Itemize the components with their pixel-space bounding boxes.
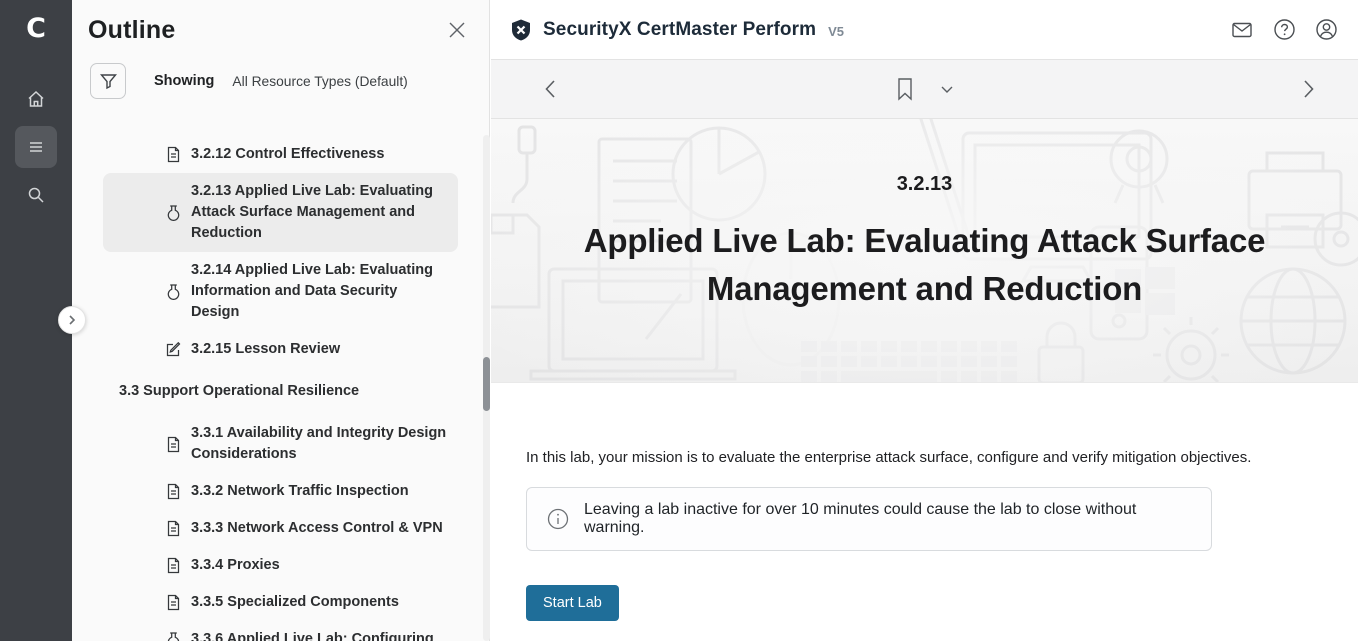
outline-item[interactable]: 3.3.2 Network Traffic Inspection xyxy=(155,473,458,510)
bookmark-button[interactable] xyxy=(896,77,914,101)
scrollbar-thumb[interactable] xyxy=(483,357,490,411)
filter-button[interactable] xyxy=(90,63,126,99)
outline-item-label: 3.2.12 Control Effectiveness xyxy=(191,144,384,165)
outline-item[interactable]: 3.3.4 Proxies xyxy=(155,547,458,584)
outline-item-label: 3.2.13 Applied Live Lab: Evaluating Atta… xyxy=(191,181,448,244)
main-pane: SecurityX CertMaster Perform V5 xyxy=(491,0,1358,641)
previous-page-button[interactable] xyxy=(543,79,557,99)
document-icon xyxy=(165,436,182,453)
chevron-down-icon xyxy=(940,85,954,94)
search-button[interactable] xyxy=(15,174,57,216)
menu-icon xyxy=(26,137,46,157)
next-page-button[interactable] xyxy=(1302,79,1316,99)
inactivity-notice: Leaving a lab inactive for over 10 minut… xyxy=(526,487,1212,551)
home-button[interactable] xyxy=(15,78,57,120)
document-icon xyxy=(165,520,182,537)
lesson-body: In this lab, your mission is to evaluate… xyxy=(491,383,1358,621)
product-version: V5 xyxy=(828,24,844,39)
outline-item[interactable]: 3.3.6 Applied Live Lab: Configuring xyxy=(155,621,458,641)
bookmark-menu-button[interactable] xyxy=(940,85,954,94)
outline-list: 3.2.12 Control Effectiveness 3.2.13 Appli… xyxy=(103,136,458,641)
expand-panel-button[interactable] xyxy=(58,306,86,334)
product-title: SecurityX CertMaster Perform xyxy=(543,19,816,41)
outline-item[interactable]: 3.3.5 Specialized Components xyxy=(155,584,458,621)
outline-item[interactable]: 3.3.1 Availability and Integrity Design … xyxy=(155,415,458,473)
outline-item-label: 3.3.6 Applied Live Lab: Configuring xyxy=(191,629,434,641)
product-header: SecurityX CertMaster Perform V5 xyxy=(491,0,1358,60)
securityx-shield-icon xyxy=(509,18,533,42)
account-icon xyxy=(1315,18,1338,41)
outline-item[interactable]: 3.2.15 Lesson Review xyxy=(155,331,458,368)
outline-item-label: 3.3.4 Proxies xyxy=(191,555,280,576)
outline-scrollbar[interactable] xyxy=(483,135,490,641)
lesson-hero-banner: 3.2.13 Applied Live Lab: Evaluating Atta… xyxy=(491,119,1358,383)
close-icon xyxy=(447,20,467,40)
document-icon xyxy=(165,146,182,163)
account-button[interactable] xyxy=(1315,18,1338,41)
chevron-right-icon xyxy=(1302,79,1316,99)
outline-item[interactable]: 3.3.3 Network Access Control & VPN xyxy=(155,510,458,547)
lab-flask-icon xyxy=(165,204,182,221)
filter-value: All Resource Types (Default) xyxy=(232,74,407,89)
start-lab-button[interactable]: Start Lab xyxy=(526,585,619,621)
mail-icon xyxy=(1230,18,1254,42)
help-button[interactable] xyxy=(1273,18,1296,41)
document-icon xyxy=(165,557,182,574)
lesson-review-icon xyxy=(165,341,182,358)
outline-item-label: 3.3.5 Specialized Components xyxy=(191,592,399,613)
lab-flask-icon xyxy=(165,283,182,300)
lesson-number: 3.2.13 xyxy=(491,173,1358,196)
outline-item-selected[interactable]: 3.2.13 Applied Live Lab: Evaluating Atta… xyxy=(103,173,458,252)
outline-title: Outline xyxy=(88,16,176,45)
outline-item-label: 3.3.2 Network Traffic Inspection xyxy=(191,481,409,502)
outline-section-heading: 3.3 Support Operational Resilience xyxy=(119,381,458,402)
search-icon xyxy=(26,185,46,205)
notice-text: Leaving a lab inactive for over 10 minut… xyxy=(584,501,1191,537)
outline-item[interactable]: 3.2.12 Control Effectiveness xyxy=(155,136,458,173)
lesson-toolbar xyxy=(491,60,1358,119)
messages-button[interactable] xyxy=(1230,18,1254,42)
comptia-logo[interactable]: C xyxy=(26,12,46,46)
help-icon xyxy=(1273,18,1296,41)
filter-funnel-icon xyxy=(100,73,117,90)
outline-item-label: 3.2.15 Lesson Review xyxy=(191,339,340,360)
outline-panel: Outline Showing All Resource Types (Defa… xyxy=(72,0,490,641)
document-icon xyxy=(165,594,182,611)
lab-flask-icon xyxy=(165,631,182,641)
showing-label: Showing xyxy=(154,73,214,89)
close-outline-button[interactable] xyxy=(447,20,467,45)
lesson-description: In this lab, your mission is to evaluate… xyxy=(526,449,1358,466)
info-icon xyxy=(547,508,569,530)
outline-menu-button[interactable] xyxy=(15,126,57,168)
outline-item-label: 3.2.14 Applied Live Lab: Evaluating Info… xyxy=(191,260,448,323)
chevron-right-icon xyxy=(66,314,78,326)
document-icon xyxy=(165,483,182,500)
outline-item[interactable]: 3.2.14 Applied Live Lab: Evaluating Info… xyxy=(155,252,458,331)
bookmark-icon xyxy=(896,77,914,101)
chevron-left-icon xyxy=(543,79,557,99)
home-icon xyxy=(26,89,46,109)
lesson-title: Applied Live Lab: Evaluating Attack Surf… xyxy=(570,217,1280,313)
outline-item-label: 3.3.1 Availability and Integrity Design … xyxy=(191,423,448,465)
outline-item-label: 3.3.3 Network Access Control & VPN xyxy=(191,518,443,539)
